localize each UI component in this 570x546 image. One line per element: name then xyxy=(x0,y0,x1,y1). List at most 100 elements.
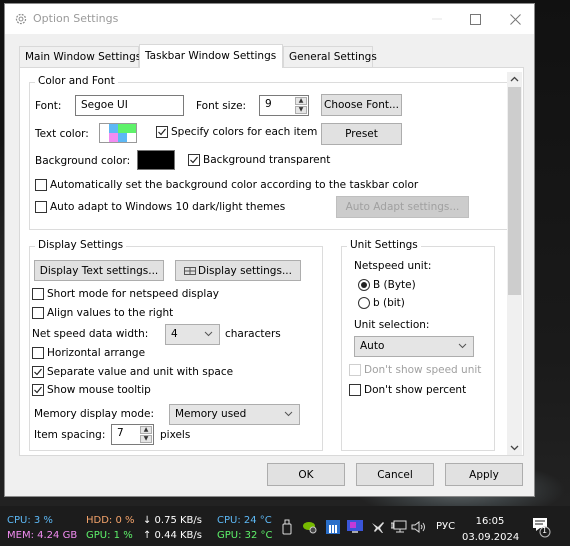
swatch-cell xyxy=(118,124,127,133)
checkbox-box xyxy=(32,288,44,300)
scroll-up-button[interactable] xyxy=(507,72,522,86)
align-right-checkbox[interactable]: Align values to the right xyxy=(32,307,173,319)
unit-settings-legend: Unit Settings xyxy=(347,239,421,251)
ok-button[interactable]: OK xyxy=(267,463,345,486)
checkmark-icon xyxy=(34,368,42,376)
choose-font-button[interactable]: Choose Font... xyxy=(321,94,402,116)
show-tooltip-checkbox[interactable]: Show mouse tooltip xyxy=(32,384,151,396)
scrollbar-thumb[interactable] xyxy=(508,87,521,295)
display-grid-icon xyxy=(184,266,197,275)
auto-background-label: Automatically set the background color a… xyxy=(50,179,419,191)
volume-icon[interactable] xyxy=(411,519,427,535)
spin-up-icon[interactable]: ▲ xyxy=(295,97,307,105)
separate-value-unit-checkbox[interactable]: Separate value and unit with space xyxy=(32,366,233,378)
item-spacing-spinner[interactable]: 7 ▲ ▼ xyxy=(111,424,154,445)
close-button[interactable] xyxy=(495,4,535,34)
spin-down-icon[interactable]: ▼ xyxy=(140,435,152,443)
color-and-font-legend: Color and Font xyxy=(35,75,118,87)
align-right-label: Align values to the right xyxy=(47,307,174,319)
notification-count: 1 xyxy=(542,526,548,535)
taskbar-cpu-temperature: CPU: 24 °C xyxy=(217,515,272,526)
unit-selection-label: Unit selection: xyxy=(354,319,430,331)
taskbar: CPU: 3 % MEM: 4.24 GB HDD: 0 % GPU: 1 % … xyxy=(0,506,570,546)
taskbar-hdd-usage: HDD: 0 % xyxy=(86,515,135,526)
display-settings-legend: Display Settings xyxy=(35,239,127,251)
item-spacing-value: 7 xyxy=(117,427,124,439)
netspeed-unit-label: Netspeed unit: xyxy=(354,260,432,272)
chevron-down-icon xyxy=(284,411,293,417)
title-bar[interactable]: Option Settings xyxy=(5,4,534,34)
bit-radio[interactable]: b (bit) xyxy=(358,297,405,309)
font-input[interactable]: Segoe UI xyxy=(75,95,184,116)
net-width-value: 4 xyxy=(171,328,178,340)
unit-selection-value: Auto xyxy=(360,340,385,352)
cancel-button[interactable]: Cancel xyxy=(356,463,434,486)
tab-panel: Color and Font Font: Segoe UI Font size:… xyxy=(19,67,524,456)
byte-radio[interactable]: B (Byte) xyxy=(358,279,416,291)
checkbox-box xyxy=(32,366,44,378)
dont-show-speed-unit-checkbox[interactable]: Don't show speed unit xyxy=(349,364,481,376)
clock-time: 16:05 xyxy=(475,516,505,527)
auto-adapt-checkbox[interactable]: Auto adapt to Windows 10 dark/light them… xyxy=(35,201,285,213)
vertical-scrollbar[interactable] xyxy=(507,72,522,455)
checkbox-box xyxy=(349,364,361,376)
font-size-label: Font size: xyxy=(196,100,247,112)
airplane-mode-icon[interactable] xyxy=(370,519,386,535)
clock[interactable]: 16:05 03.09.2024 xyxy=(462,514,519,546)
notification-center-button[interactable]: 1 xyxy=(532,516,552,538)
swatch-cell xyxy=(100,133,109,142)
scroll-down-button[interactable] xyxy=(507,441,522,455)
text-color-label: Text color: xyxy=(35,128,89,140)
chevron-down-icon xyxy=(204,331,213,337)
font-size-spinner[interactable]: 9 ▲ ▼ xyxy=(259,95,309,116)
display-text-settings-button[interactable]: Display Text settings... xyxy=(34,260,164,281)
preset-button[interactable]: Preset xyxy=(321,123,402,145)
horizontal-arrange-checkbox[interactable]: Horizontal arrange xyxy=(32,347,145,359)
display-settings-button[interactable]: Display settings... xyxy=(175,260,301,281)
item-spacing-label: Item spacing: xyxy=(34,429,106,441)
taskbar-memory-usage: MEM: 4.24 GB xyxy=(7,530,78,541)
auto-background-checkbox[interactable]: Automatically set the background color a… xyxy=(35,179,418,191)
background-transparent-checkbox[interactable]: Background transparent xyxy=(188,154,330,166)
nvidia-icon[interactable] xyxy=(302,519,318,535)
memory-mode-value: Memory used xyxy=(175,408,247,420)
background-color-swatch[interactable] xyxy=(137,150,175,170)
swatch-cell xyxy=(109,133,118,142)
option-settings-window: Option Settings Main Window Settings Tas… xyxy=(4,3,535,497)
tab-main-window-settings[interactable]: Main Window Settings xyxy=(19,46,141,67)
specify-colors-checkbox[interactable]: Specify colors for each item xyxy=(156,126,317,138)
minimize-button[interactable] xyxy=(417,4,457,34)
short-mode-checkbox[interactable]: Short mode for netspeed display xyxy=(32,288,219,300)
byte-label: B (Byte) xyxy=(373,279,416,291)
window-title: Option Settings xyxy=(33,12,119,25)
tab-taskbar-window-settings[interactable]: Taskbar Window Settings xyxy=(139,44,283,68)
swatch-cell xyxy=(100,124,109,133)
taskbar-download-speed: ↓ 0.75 KB/s xyxy=(143,515,202,526)
spin-up-icon[interactable]: ▲ xyxy=(140,426,152,434)
auto-adapt-label: Auto adapt to Windows 10 dark/light them… xyxy=(50,201,286,213)
taskbar-upload-speed: ↑ 0.44 KB/s xyxy=(143,530,202,541)
language-indicator[interactable]: РУС xyxy=(436,521,455,533)
network-icon[interactable] xyxy=(391,519,407,535)
minimize-icon xyxy=(432,18,442,20)
separate-value-unit-label: Separate value and unit with space xyxy=(47,366,234,378)
specify-colors-label: Specify colors for each item xyxy=(171,126,318,138)
spin-down-icon[interactable]: ▼ xyxy=(295,106,307,114)
equalizer-icon[interactable] xyxy=(325,519,341,535)
maximize-button[interactable] xyxy=(455,4,495,34)
text-color-swatch[interactable] xyxy=(99,123,137,143)
monitor-app-icon[interactable] xyxy=(347,519,363,535)
net-width-select[interactable]: 4 xyxy=(165,324,220,345)
unit-settings-group: Unit Settings Netspeed unit: B (Byte) b … xyxy=(341,239,495,451)
memory-mode-select[interactable]: Memory used xyxy=(169,404,300,425)
tab-general-settings[interactable]: General Settings xyxy=(283,46,377,67)
unit-selection-select[interactable]: Auto xyxy=(354,336,474,357)
auto-adapt-settings-button[interactable]: Auto Adapt settings... xyxy=(336,196,469,218)
horizontal-arrange-label: Horizontal arrange xyxy=(47,347,146,359)
display-settings-group: Display Settings Display Text settings..… xyxy=(29,239,323,451)
dont-show-percent-label: Don't show percent xyxy=(364,384,467,396)
checkbox-box xyxy=(32,307,44,319)
dont-show-percent-checkbox[interactable]: Don't show percent xyxy=(349,384,466,396)
apply-button[interactable]: Apply xyxy=(445,463,523,486)
usb-drive-icon[interactable] xyxy=(279,519,295,535)
